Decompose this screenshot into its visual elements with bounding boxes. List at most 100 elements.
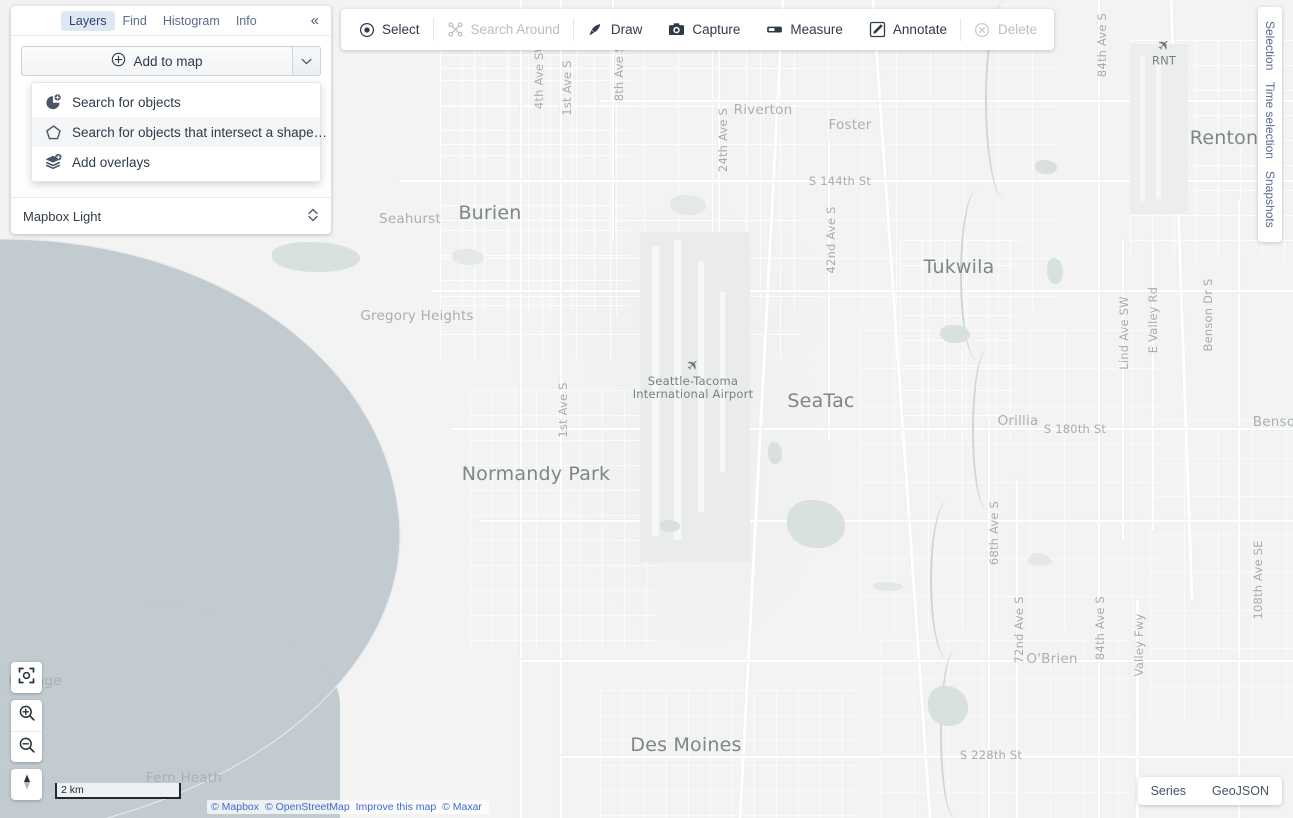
map-label-city: Burien [458,202,522,224]
toolbar-button-label: Select [382,22,420,37]
map-patch [928,686,968,726]
map-label-street: S 180th St [1043,422,1107,436]
map-label-street: 1st Ave S [560,60,574,116]
tab-selection[interactable]: Selection [1260,15,1280,76]
menu-item-label: Search for objects that intersect a shap… [72,124,328,140]
toolbar-button-delete[interactable]: Delete [961,9,1050,50]
magnifier-plus-icon [18,704,36,727]
map-label-place: Orillia [997,413,1039,429]
attribution-improve-map[interactable]: Improve this map [356,801,437,813]
toolbar-button-label: Measure [790,22,843,37]
map-label-street: 84th Ave S [1095,12,1109,78]
map-label-street: S 228th St [959,748,1023,762]
map-road [1238,200,1240,818]
collapse-panel-icon[interactable]: « [307,13,323,28]
fit-bounds-group [11,662,42,693]
scale-bar-label: 2 km [61,784,84,796]
tab-histogram[interactable]: Histogram [155,11,228,31]
toolbar-button-search-around[interactable]: Search Around [434,9,573,50]
map-road [430,290,1293,292]
menu-item-add-overlays[interactable]: Add overlays [32,147,320,177]
menu-item-label: Add overlays [72,154,151,170]
map-label-city: Normandy Park [461,463,611,485]
map-label-street: Lind Ave SW [1117,296,1131,370]
camera-icon [668,21,685,38]
add-to-map-dropdown-toggle[interactable] [292,47,320,75]
map-patch [452,249,484,265]
map-toolbar: Select Search Around Draw Capture Measur… [341,9,1054,50]
zoom-out-button[interactable] [11,731,42,762]
toolbar-button-label: Annotate [892,22,947,37]
toolbar-button-capture[interactable]: Capture [655,9,753,50]
map-road [1122,240,1124,540]
map-patch [660,520,680,532]
series-button[interactable]: Series [1138,777,1199,805]
annotate-icon [869,21,886,38]
layers-panel: Layers Find Histogram Info « Add to map [11,6,331,234]
toolbar-button-label: Search Around [470,22,560,37]
zoom-group [11,700,42,762]
search-around-icon [447,21,464,38]
attribution-mapbox[interactable]: © Mapbox [211,801,259,813]
toolbar-button-label: Capture [692,22,741,37]
compass-button[interactable] [11,769,42,800]
toolbar-button-label: Delete [997,22,1037,37]
map-patch [1030,553,1048,562]
map-label-street: 1st Ave S [556,382,570,438]
toolbar-button-draw[interactable]: Draw [574,9,656,50]
add-to-map-label: Add to map [133,53,203,69]
tab-time-selection[interactable]: Time selection [1260,76,1280,165]
geojson-button[interactable]: GeoJSON [1199,777,1282,805]
basemap-picker[interactable]: Mapbox Light [11,197,331,234]
tab-layers[interactable]: Layers [60,10,115,31]
map-label-poi: Seattle-Tacoma International Airport [632,374,754,401]
map-patch [768,442,782,464]
map-label-place: O'Brien [1026,651,1078,667]
compass-needle-icon [19,773,35,796]
layers-add-icon [44,153,62,171]
polygon-icon [44,123,62,141]
map-label-street: 42nd Ave S [824,206,838,274]
map-road [1098,0,1100,818]
ruler-icon [766,21,783,38]
map-label-street: Benson Dr S [1201,278,1215,352]
map-road [480,520,1293,522]
map-label-place: Gregory Heights [360,308,474,324]
search-objects-icon [44,93,62,111]
toolbar-button-label: Draw [610,22,643,37]
compass-group [11,769,42,800]
magnifier-minus-icon [18,736,36,759]
up-down-chevrons-icon [307,207,319,225]
airport-area [1130,44,1188,214]
map-label-place: Benso [1252,414,1293,430]
attribution-osm[interactable]: © OpenStreetMap [265,801,350,813]
map-river [972,350,1002,510]
toolbar-button-measure[interactable]: Measure [753,9,856,50]
map-patch [1047,258,1063,284]
map-road [520,0,522,818]
chevron-down-icon [301,58,312,65]
add-to-map-button[interactable]: Add to map [22,47,292,75]
toolbar-button-annotate[interactable]: Annotate [856,9,960,50]
map-label-street: Valley Fwy [1132,613,1146,677]
panel-tab-bar: Layers Find Histogram Info « [11,6,331,36]
tab-snapshots[interactable]: Snapshots [1260,165,1280,234]
menu-item-search-for-objects[interactable]: Search for objects [32,87,320,117]
attribution-maxar[interactable]: © Maxar [442,801,482,813]
map-road [520,660,1293,662]
zoom-in-button[interactable] [11,700,42,731]
map-river [940,650,970,818]
map-label-street: 8th Ave S [612,44,626,102]
tab-find[interactable]: Find [115,11,155,31]
map-patch [873,582,903,591]
map-label-city: Tukwila [923,256,995,278]
tab-info[interactable]: Info [228,11,265,31]
map-label-city: SeaTac [787,390,855,412]
right-side-tabs: Selection Time selection Snapshots [1258,7,1282,243]
menu-item-search-intersect-shape[interactable]: Search for objects that intersect a shap… [32,117,327,147]
map-road [450,428,1293,430]
map-patch [940,325,970,343]
delete-circle-icon [974,21,991,38]
fit-bounds-button[interactable] [11,662,42,693]
toolbar-button-select[interactable]: Select [345,9,433,50]
